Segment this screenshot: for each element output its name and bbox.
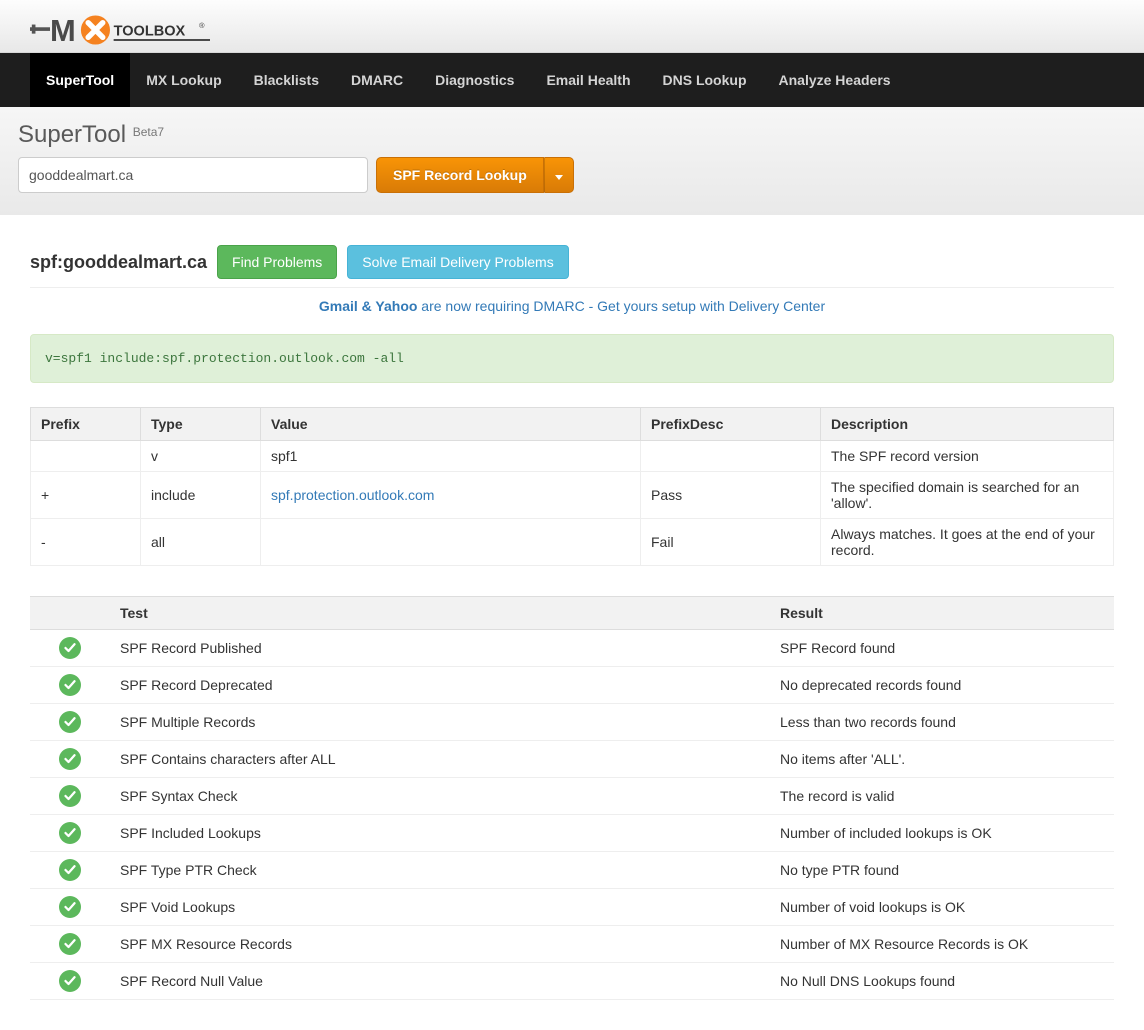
test-result: Number of included lookups is OK (770, 815, 1114, 852)
test-result: Number of void lookups is OK (770, 889, 1114, 926)
table-row: SPF Syntax CheckThe record is valid (30, 778, 1114, 815)
test-name: SPF Void Lookups (110, 889, 770, 926)
test-name: SPF Record Null Value (110, 963, 770, 1000)
table-row: SPF Record DeprecatedNo deprecated recor… (30, 667, 1114, 704)
dmarc-notice-link[interactable]: Gmail & Yahoo are now requiring DMARC - … (319, 298, 825, 314)
nav-dmarc[interactable]: DMARC (335, 53, 419, 107)
page-title: SuperTool Beta7 (18, 121, 1126, 149)
column-header: Result (770, 597, 1114, 630)
table-row: SPF MX Resource RecordsNumber of MX Reso… (30, 926, 1114, 963)
test-result: No type PTR found (770, 852, 1114, 889)
check-circle-icon (59, 970, 81, 992)
table-row: vspf1The SPF record version (31, 441, 1114, 472)
test-result: No Null DNS Lookups found (770, 963, 1114, 1000)
column-header: Prefix (31, 408, 141, 441)
table-row: SPF Record Null ValueNo Null DNS Lookups… (30, 963, 1114, 1000)
check-circle-icon (59, 711, 81, 733)
test-name: SPF MX Resource Records (110, 926, 770, 963)
nav-mxlookup[interactable]: MX Lookup (130, 53, 237, 107)
test-result: No deprecated records found (770, 667, 1114, 704)
test-result: Less than two records found (770, 704, 1114, 741)
table-row: -allFailAlways matches. It goes at the e… (31, 519, 1114, 566)
check-circle-icon (59, 674, 81, 696)
column-header: Test (110, 597, 770, 630)
check-circle-icon (59, 785, 81, 807)
test-name: SPF Syntax Check (110, 778, 770, 815)
spf-value-link[interactable]: spf.protection.outlook.com (271, 487, 434, 503)
spf-tests-table: TestResult SPF Record PublishedSPF Recor… (30, 596, 1114, 1000)
column-header: PrefixDesc (641, 408, 821, 441)
column-header: Description (821, 408, 1114, 441)
test-result: Number of MX Resource Records is OK (770, 926, 1114, 963)
test-name: SPF Included Lookups (110, 815, 770, 852)
test-result: SPF Record found (770, 630, 1114, 667)
test-name: SPF Record Published (110, 630, 770, 667)
test-name: SPF Record Deprecated (110, 667, 770, 704)
solve-problems-button[interactable]: Solve Email Delivery Problems (347, 245, 568, 279)
nav-diagnostics[interactable]: Diagnostics (419, 53, 530, 107)
main-nav: SuperTool MX Lookup Blacklists DMARC Dia… (0, 53, 1144, 107)
table-row: SPF Contains characters after ALLNo item… (30, 741, 1114, 778)
table-row: SPF Multiple RecordsLess than two record… (30, 704, 1114, 741)
nav-emailhealth[interactable]: Email Health (530, 53, 646, 107)
chevron-down-icon (555, 175, 563, 180)
lookup-dropdown[interactable] (544, 157, 574, 193)
svg-text:TOOLBOX: TOOLBOX (114, 23, 186, 39)
table-row: SPF Void LookupsNumber of void lookups i… (30, 889, 1114, 926)
test-result: No items after 'ALL'. (770, 741, 1114, 778)
check-circle-icon (59, 637, 81, 659)
table-row: +includespf.protection.outlook.comPassTh… (31, 472, 1114, 519)
svg-text:®: ® (199, 21, 205, 30)
check-circle-icon (59, 859, 81, 881)
column-header: Value (261, 408, 641, 441)
find-problems-button[interactable]: Find Problems (217, 245, 337, 279)
test-name: SPF Type PTR Check (110, 852, 770, 889)
nav-blacklists[interactable]: Blacklists (238, 53, 335, 107)
check-circle-icon (59, 748, 81, 770)
logo[interactable]: M TOOLBOX ® (30, 8, 1114, 52)
check-circle-icon (59, 822, 81, 844)
domain-input[interactable] (18, 157, 368, 193)
column-header: Type (141, 408, 261, 441)
lookup-button[interactable]: SPF Record Lookup (376, 157, 544, 193)
result-title: spf:gooddealmart.ca (30, 252, 207, 273)
spf-record-box: v=spf1 include:spf.protection.outlook.co… (30, 334, 1114, 383)
table-row: SPF Included LookupsNumber of included l… (30, 815, 1114, 852)
test-result: The record is valid (770, 778, 1114, 815)
check-circle-icon (59, 933, 81, 955)
table-row: SPF Type PTR CheckNo type PTR found (30, 852, 1114, 889)
spf-record-table: PrefixTypeValuePrefixDescDescription vsp… (30, 407, 1114, 566)
check-circle-icon (59, 896, 81, 918)
test-name: SPF Multiple Records (110, 704, 770, 741)
test-name: SPF Contains characters after ALL (110, 741, 770, 778)
nav-dnslookup[interactable]: DNS Lookup (647, 53, 763, 107)
nav-analyzeheaders[interactable]: Analyze Headers (763, 53, 907, 107)
dmarc-notice: Gmail & Yahoo are now requiring DMARC - … (30, 288, 1114, 334)
column-header (30, 597, 110, 630)
nav-supertool[interactable]: SuperTool (30, 53, 130, 107)
table-row: SPF Record PublishedSPF Record found (30, 630, 1114, 667)
svg-text:M: M (50, 13, 76, 48)
